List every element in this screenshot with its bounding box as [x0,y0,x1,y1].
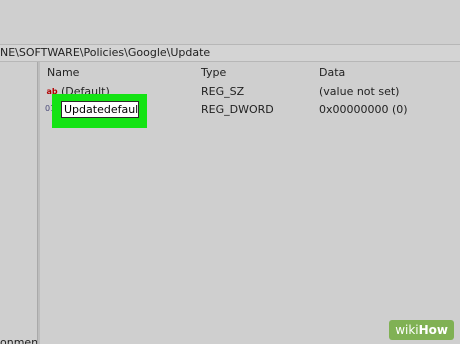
tree-pane[interactable]: onment [0,62,42,344]
column-header-data[interactable]: Data [319,66,345,79]
registry-editor-window: NE\SOFTWARE\Policies\Google\Update onmen… [0,0,460,344]
rename-input[interactable]: Updatedefault [61,101,139,118]
column-header-type[interactable]: Type [201,66,226,79]
address-bar[interactable]: NE\SOFTWARE\Policies\Google\Update [0,44,460,62]
address-path: NE\SOFTWARE\Policies\Google\Update [0,46,211,59]
watermark-how: How [418,323,448,337]
value-type: REG_SZ [201,85,245,98]
value-type: REG_DWORD [201,103,274,116]
wikihow-watermark: wikiHow [389,320,454,340]
value-data: (value not set) [319,85,400,98]
column-header-name[interactable]: Name [47,66,79,79]
toolbar-area [0,0,460,44]
value-data: 0x00000000 (0) [319,103,408,116]
watermark-wiki: wiki [395,323,419,337]
